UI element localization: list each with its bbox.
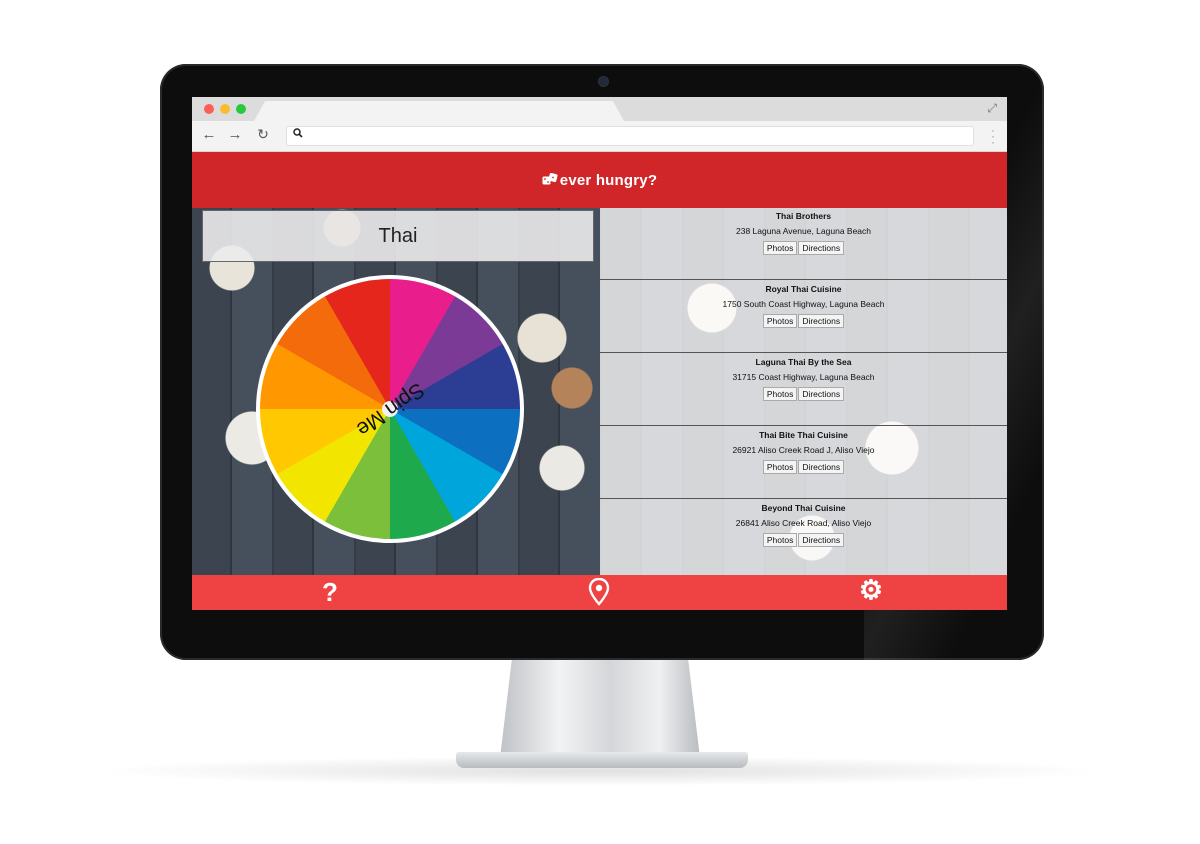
photos-button[interactable]: Photos: [762, 387, 798, 401]
maximize-window-button[interactable]: [236, 104, 246, 114]
monitor-stand: [500, 658, 700, 758]
restaurant-name: Laguna Thai By the Sea: [755, 357, 852, 367]
directions-button[interactable]: Directions: [798, 460, 845, 474]
photos-button[interactable]: Photos: [762, 533, 798, 547]
directions-button[interactable]: Directions: [798, 533, 845, 547]
list-item: Beyond Thai Cuisine 26841 Aliso Creek Ro…: [600, 500, 1007, 572]
gear-icon[interactable]: ⚙: [856, 575, 886, 606]
browser-toolbar: ← → ↻ · · ·: [192, 121, 1007, 152]
spin-me-label[interactable]: Spin Me: [352, 377, 428, 441]
app-header: ever hungry?: [192, 152, 1007, 208]
back-button[interactable]: ←: [200, 126, 218, 143]
camera-icon: [598, 76, 609, 87]
restaurant-address: 238 Laguna Avenue, Laguna Beach: [735, 226, 872, 236]
menu-icon[interactable]: · · ·: [991, 124, 995, 148]
app-title: ever hungry?: [559, 171, 658, 189]
restaurant-address: 1750 South Coast Highway, Laguna Beach: [722, 299, 885, 309]
spin-wheel[interactable]: Spin Me: [256, 275, 524, 543]
restaurant-name: Beyond Thai Cuisine: [761, 503, 846, 513]
app-body: Thai Spin Me Thai Brothers 238 Laguna Av…: [192, 208, 1007, 575]
restaurant-name: Royal Thai Cuisine: [765, 284, 842, 294]
directions-button[interactable]: Directions: [798, 241, 845, 255]
help-icon[interactable]: ?: [318, 577, 342, 608]
expand-icon[interactable]: ⤢: [987, 101, 997, 116]
list-item: Thai Brothers 238 Laguna Avenue, Laguna …: [600, 208, 1007, 280]
directions-button[interactable]: Directions: [798, 314, 845, 328]
wheel-panel: Thai Spin Me: [192, 208, 600, 575]
app-footer: ? ⚙: [192, 575, 1007, 610]
map-pin-icon[interactable]: [588, 577, 610, 606]
reload-button[interactable]: ↻: [254, 126, 272, 143]
browser-titlebar: ⤢: [192, 97, 1007, 121]
restaurant-address: 31715 Coast Highway, Laguna Beach: [732, 372, 875, 382]
directions-button[interactable]: Directions: [798, 387, 845, 401]
restaurant-name: Thai Brothers: [775, 211, 832, 221]
category-display: Thai: [202, 210, 594, 262]
photos-button[interactable]: Photos: [762, 241, 798, 255]
list-item: Thai Bite Thai Cuisine 26921 Aliso Creek…: [600, 427, 1007, 499]
results-list: Thai Brothers 238 Laguna Avenue, Laguna …: [600, 208, 1007, 575]
restaurant-address: 26841 Aliso Creek Road, Aliso Viejo: [735, 518, 872, 528]
restaurant-address: 26921 Aliso Creek Road J, Aliso Viejo: [732, 445, 875, 455]
browser-window: ⤢ ← → ↻ ··· ever hungry? Thai Spin Me: [192, 97, 1007, 610]
minimize-window-button[interactable]: [220, 104, 230, 114]
address-bar[interactable]: [286, 126, 974, 146]
monitor-base: [456, 752, 748, 768]
search-icon: [293, 128, 303, 141]
restaurant-name: Thai Bite Thai Cuisine: [759, 430, 848, 440]
photos-button[interactable]: Photos: [762, 460, 798, 474]
close-window-button[interactable]: [204, 104, 214, 114]
list-item: Laguna Thai By the Sea 31715 Coast Highw…: [600, 354, 1007, 426]
photos-button[interactable]: Photos: [762, 314, 798, 328]
dice-icon: [542, 172, 558, 188]
list-item: Royal Thai Cuisine 1750 South Coast High…: [600, 281, 1007, 353]
forward-button[interactable]: →: [226, 126, 244, 143]
browser-tab[interactable]: [254, 101, 624, 121]
